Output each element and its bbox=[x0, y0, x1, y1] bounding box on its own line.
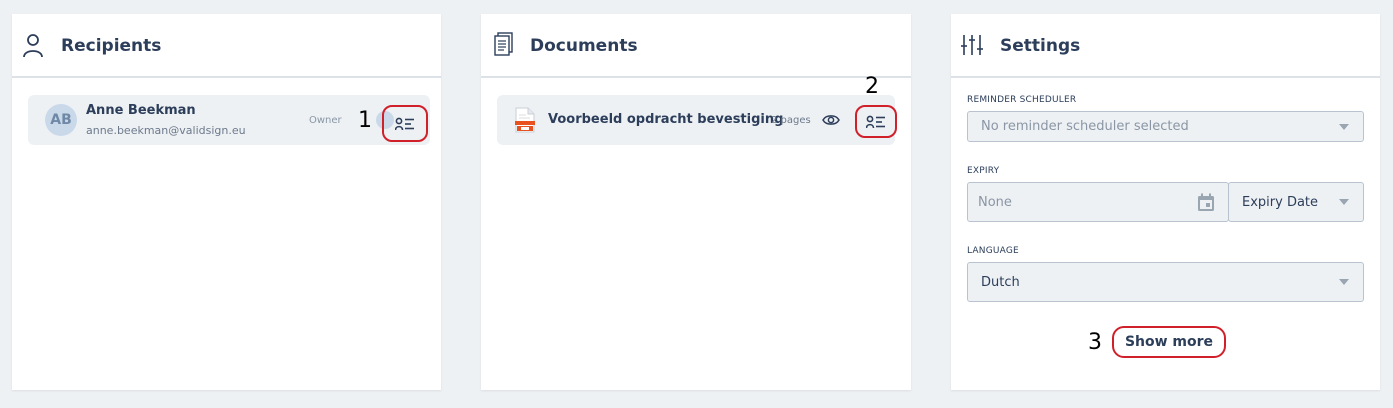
document-row[interactable]: Voorbeeld opdracht bevestiging 2 pages bbox=[497, 95, 895, 145]
recipient-email: anne.beekman@validsign.eu bbox=[86, 124, 246, 137]
language-value: Dutch bbox=[981, 274, 1020, 290]
person-outline-icon bbox=[23, 34, 43, 58]
documents-header: Documents bbox=[481, 14, 911, 78]
chevron-down-icon bbox=[1339, 199, 1349, 205]
chevron-down-icon bbox=[1339, 123, 1349, 130]
id-card-list-icon bbox=[866, 115, 885, 128]
documents-stack-icon bbox=[494, 32, 513, 56]
reminder-scheduler-label: REMINDER SCHEDULER bbox=[967, 95, 1077, 105]
reminder-scheduler-select[interactable]: No reminder scheduler selected bbox=[967, 111, 1364, 142]
recipients-title: Recipients bbox=[61, 36, 162, 56]
id-card-list-icon bbox=[395, 117, 414, 130]
show-more-button[interactable]: Show more bbox=[1112, 326, 1226, 358]
eye-icon[interactable] bbox=[822, 111, 840, 129]
calendar-icon[interactable] bbox=[1197, 193, 1215, 212]
language-label: LANGUAGE bbox=[967, 246, 1019, 256]
document-page-count: 2 pages bbox=[771, 115, 811, 126]
pdf-file-icon bbox=[515, 107, 535, 133]
document-details-button[interactable] bbox=[855, 105, 897, 138]
expiry-date-value: None bbox=[978, 194, 1012, 210]
settings-title: Settings bbox=[1000, 36, 1081, 56]
expiry-label: EXPIRY bbox=[967, 166, 1000, 176]
avatar: AB bbox=[45, 104, 77, 136]
sliders-icon bbox=[961, 35, 983, 55]
expiry-type-value: Expiry Date bbox=[1242, 194, 1319, 210]
reminder-scheduler-value: No reminder scheduler selected bbox=[981, 119, 1189, 134]
recipient-details-button[interactable] bbox=[382, 105, 428, 142]
annotation-number-1: 1 bbox=[358, 108, 372, 133]
chevron-down-icon bbox=[1339, 279, 1349, 285]
annotation-number-3: 3 bbox=[1088, 330, 1102, 355]
recipients-panel: Recipients AB Anne Beekman anne.beekman@… bbox=[12, 14, 441, 390]
annotation-number-2: 2 bbox=[865, 74, 879, 99]
recipients-header: Recipients bbox=[12, 14, 441, 78]
language-select[interactable]: Dutch bbox=[967, 262, 1364, 302]
recipient-role: Owner bbox=[309, 115, 342, 126]
recipient-name: Anne Beekman bbox=[86, 103, 196, 118]
expiry-date-input[interactable]: None bbox=[967, 182, 1229, 222]
documents-title: Documents bbox=[530, 36, 638, 56]
settings-header: Settings bbox=[951, 14, 1380, 78]
settings-panel: Settings REMINDER SCHEDULER No reminder … bbox=[951, 14, 1380, 390]
document-name: Voorbeeld opdracht bevestiging bbox=[548, 112, 784, 127]
expiry-type-select[interactable]: Expiry Date bbox=[1228, 182, 1364, 222]
documents-panel: Documents Voorbeeld opdracht bevestiging… bbox=[481, 14, 911, 390]
